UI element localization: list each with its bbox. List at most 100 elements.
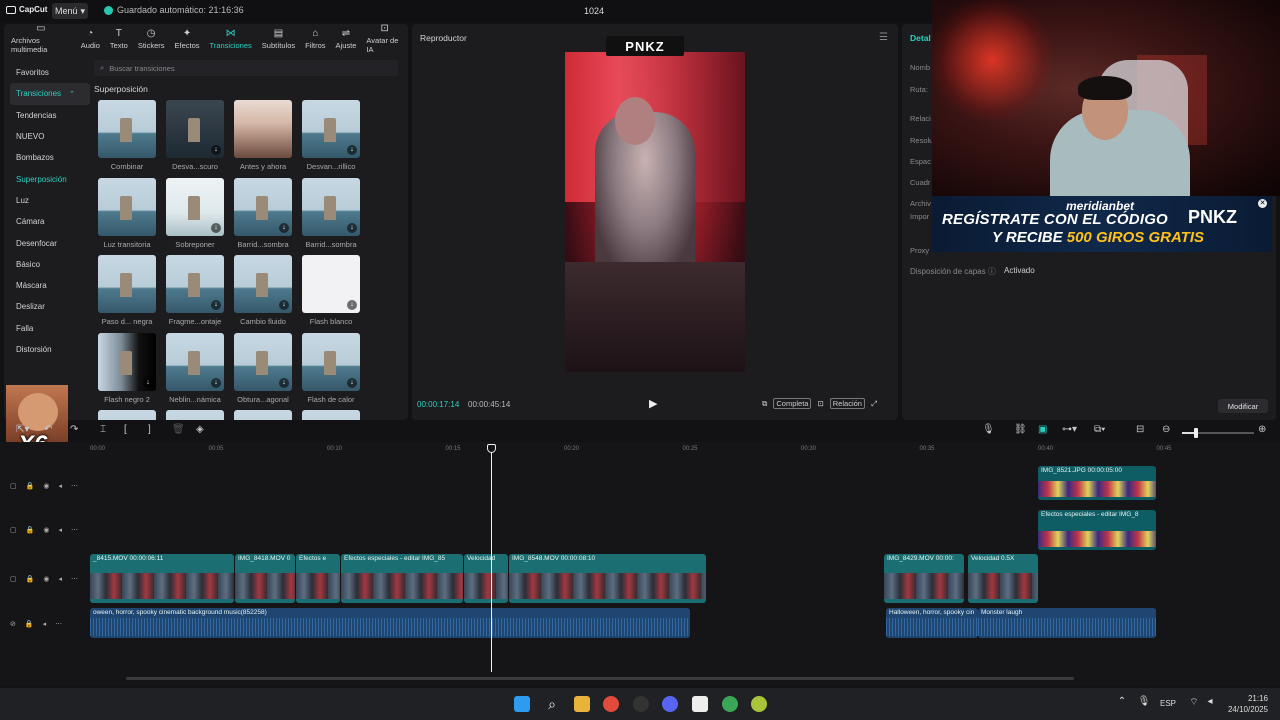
- banner-close-icon[interactable]: ✕: [1258, 199, 1267, 208]
- track-cover-icon[interactable]: ▢: [10, 526, 17, 534]
- video-clip[interactable]: IMG_8418.MOV 0: [235, 554, 295, 603]
- category-item[interactable]: Bombazos: [10, 147, 90, 168]
- speaker-icon[interactable]: ◂: [43, 620, 47, 628]
- transition-tile[interactable]: ↓ Fragme...ontaje: [166, 255, 224, 326]
- video-clip[interactable]: Efectos e: [296, 554, 340, 603]
- obs-icon[interactable]: [633, 696, 649, 712]
- transition-tile[interactable]: ↓ Desva...scuro: [166, 100, 224, 171]
- tab-9[interactable]: ⊡ Avatar de IA: [361, 24, 408, 54]
- chrome-profile-icon[interactable]: [722, 696, 738, 712]
- video-clip[interactable]: _8415.MOV 00:00:06:11: [90, 554, 234, 603]
- delete-icon[interactable]: 🗑: [172, 424, 185, 435]
- transition-tile[interactable]: ↓ Flash negro 2: [98, 332, 156, 404]
- transition-tile[interactable]: Paso d... negra: [98, 255, 156, 326]
- file-explorer-icon[interactable]: [574, 696, 590, 712]
- category-item[interactable]: Falla: [10, 318, 90, 339]
- video-clip[interactable]: IMG_8429.MOV 00:00:: [884, 554, 964, 603]
- category-item[interactable]: NUEVO: [10, 126, 90, 147]
- volume-icon[interactable]: ◂: [1202, 696, 1218, 712]
- tab-6[interactable]: ▤ Subtítulos: [257, 24, 300, 54]
- microphone-icon[interactable]: 🎙: [982, 424, 995, 435]
- project-name[interactable]: 1024: [584, 6, 604, 16]
- download-icon[interactable]: ↓: [347, 377, 357, 388]
- download-icon[interactable]: ↓: [347, 300, 357, 310]
- eye-icon[interactable]: ◉: [43, 575, 49, 583]
- chevron-up-icon[interactable]: ⌃: [1114, 696, 1130, 712]
- transition-tile[interactable]: Luz transitoria: [98, 177, 156, 249]
- transition-tile[interactable]: [234, 410, 292, 420]
- transition-tile[interactable]: ↓ Barrid...sombra: [234, 177, 292, 249]
- video-clip[interactable]: Velocidad 0.5X: [968, 554, 1038, 603]
- transition-tile[interactable]: ↓ Sobreponer: [166, 177, 224, 249]
- speaker-icon[interactable]: ◂: [58, 482, 62, 490]
- transition-tile[interactable]: [166, 410, 224, 420]
- eye-icon[interactable]: ◉: [43, 482, 49, 490]
- language-indicator[interactable]: ESP: [1160, 699, 1176, 708]
- category-item[interactable]: Desenfocar: [10, 232, 90, 253]
- lock-icon[interactable]: 🔒: [26, 526, 35, 534]
- timeline-scrollbar[interactable]: [126, 677, 1074, 680]
- zoom-out-icon[interactable]: ⊖: [1162, 424, 1170, 435]
- category-item[interactable]: Favoritos: [10, 62, 90, 83]
- category-item[interactable]: Transiciones ⌃: [10, 83, 90, 105]
- search-input[interactable]: ⌕ Buscar transiciones: [94, 60, 398, 76]
- category-item[interactable]: Básico: [10, 254, 90, 275]
- category-item[interactable]: Máscara: [10, 275, 90, 296]
- transition-tile[interactable]: ↓ Neblin...námica: [166, 332, 224, 404]
- modify-button[interactable]: Modificar: [1218, 399, 1268, 413]
- category-item[interactable]: Deslizar: [10, 296, 90, 317]
- category-item[interactable]: Distorsión: [10, 339, 90, 360]
- audio-clip[interactable]: Halloween, horror, spooky cin: [886, 608, 978, 638]
- category-item[interactable]: Superposición: [10, 168, 90, 189]
- split-icon[interactable]: ⌶: [100, 424, 106, 435]
- lock-icon[interactable]: 🔒: [26, 575, 35, 583]
- tab-8[interactable]: ⇌ Ajuste: [331, 24, 362, 54]
- tab-5[interactable]: ⋈ Transiciones: [205, 24, 257, 54]
- audio-clip[interactable]: Monster laugh: [978, 608, 1156, 638]
- menu-button[interactable]: Menú ▾: [52, 3, 88, 19]
- redo-icon[interactable]: ↷: [70, 424, 78, 435]
- download-icon[interactable]: ↓: [279, 377, 289, 388]
- chain-icon[interactable]: ⊶▾: [1062, 424, 1077, 435]
- tab-0[interactable]: ▭ Archivos multimedia: [6, 24, 76, 54]
- category-item[interactable]: Cámara: [10, 211, 90, 232]
- download-icon[interactable]: ↓: [211, 300, 221, 310]
- chrome-icon[interactable]: [603, 696, 619, 712]
- track-cover-icon[interactable]: ▢: [10, 482, 17, 490]
- caption-icon[interactable]: ⊟: [1136, 424, 1144, 435]
- transition-tile[interactable]: ↓ Obtura...agonal: [234, 332, 292, 404]
- category-item[interactable]: Tendencias: [10, 105, 90, 126]
- download-icon[interactable]: ↓: [279, 222, 289, 233]
- tab-3[interactable]: ◷ Stickers: [133, 24, 170, 54]
- clock[interactable]: 21:16 24/10/2025: [1226, 693, 1268, 715]
- player-menu-icon[interactable]: ☰: [879, 32, 888, 43]
- more-icon[interactable]: ⋯: [71, 482, 78, 490]
- tab-7[interactable]: ⌂ Filtros: [300, 24, 330, 54]
- more-icon[interactable]: ⋯: [71, 575, 78, 583]
- playhead-handle[interactable]: [487, 444, 496, 453]
- playhead[interactable]: [491, 448, 492, 672]
- more-icon[interactable]: ⋯: [71, 526, 78, 534]
- download-icon[interactable]: ↓: [347, 145, 357, 155]
- crop-icon[interactable]: ⧉: [762, 399, 767, 409]
- focus-icon[interactable]: ⊡: [817, 399, 823, 408]
- transition-tile[interactable]: [302, 410, 360, 420]
- eye-icon[interactable]: ◉: [43, 526, 49, 534]
- audio-clip[interactable]: oween, horror, spooky cinematic backgrou…: [90, 608, 690, 638]
- time-ruler[interactable]: 00:00 00:05 00:10 00:15 00:20 00:25 00:30 00:35…: [90, 446, 1280, 456]
- transition-tile[interactable]: [98, 410, 156, 420]
- lock-icon[interactable]: 🔒: [26, 482, 35, 490]
- trim-left-icon[interactable]: [: [124, 424, 127, 435]
- play-button[interactable]: ▶: [649, 397, 657, 410]
- discord-icon[interactable]: [662, 696, 678, 712]
- video-clip[interactable]: Velocidad: [464, 554, 508, 603]
- undo-icon[interactable]: ↶: [44, 424, 52, 435]
- speaker-icon[interactable]: ◂: [58, 575, 62, 583]
- magnet-icon[interactable]: ▣: [1038, 424, 1047, 435]
- overlay-clip[interactable]: IMG_8521.JPG 00:00:05:00: [1038, 466, 1156, 500]
- category-item[interactable]: Luz: [10, 190, 90, 211]
- transition-tile[interactable]: Combinar: [98, 100, 156, 171]
- transition-tile[interactable]: ↓ Flash blanco: [302, 255, 360, 326]
- download-icon[interactable]: ↓: [211, 377, 221, 388]
- preview-axis-icon[interactable]: ⧉▾: [1094, 424, 1105, 435]
